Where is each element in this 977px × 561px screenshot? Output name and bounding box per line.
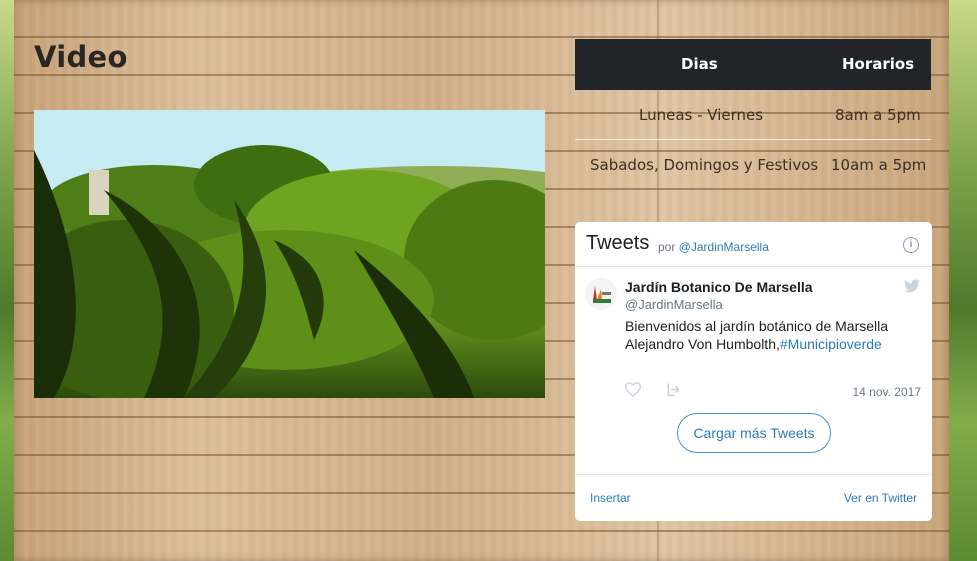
- twitter-bird-icon[interactable]: [904, 279, 920, 298]
- avatar[interactable]: [585, 278, 617, 310]
- twitter-timeline-widget: Tweets por @JardinMarsella i Jardín Bota…: [575, 222, 932, 521]
- share-icon[interactable]: [666, 382, 681, 402]
- twitter-widget-by: por @JardinMarsella: [658, 240, 769, 254]
- row-days: Luneas - Viernes: [639, 106, 764, 124]
- by-handle-link[interactable]: @JardinMarsella: [679, 240, 769, 254]
- embed-link[interactable]: Insertar: [590, 491, 631, 505]
- twitter-widget-header: Tweets por @JardinMarsella i: [575, 222, 932, 267]
- view-on-twitter-link[interactable]: Ver en Twitter: [844, 491, 917, 505]
- video-thumbnail-image: [34, 110, 545, 398]
- schedule-row: Sabados, Domingos y Festivos 10am a 5pm: [575, 140, 931, 189]
- twitter-widget-footer: Insertar Ver en Twitter: [575, 474, 932, 521]
- row-hours: 8am a 5pm: [835, 106, 921, 124]
- row-days: Sabados, Domingos y Festivos: [590, 156, 819, 174]
- twitter-widget-title: Tweets: [586, 232, 650, 254]
- header-days: Dias: [681, 55, 718, 73]
- row-hours: 10am a 5pm: [831, 156, 927, 174]
- info-icon[interactable]: i: [903, 237, 919, 253]
- by-prefix: por: [658, 240, 676, 254]
- schedule-table: Dias Horarios Luneas - Viernes 8am a 5pm…: [575, 39, 931, 189]
- tweet-author-handle[interactable]: @JardinMarsella: [625, 297, 723, 312]
- tweet-author-name[interactable]: Jardín Botanico De Marsella: [625, 279, 813, 295]
- like-heart-icon[interactable]: [624, 382, 642, 402]
- video-player[interactable]: [34, 110, 545, 398]
- video-heading: Video: [34, 40, 128, 74]
- load-more-tweets-button[interactable]: Cargar más Tweets: [677, 413, 831, 453]
- schedule-row: Luneas - Viernes 8am a 5pm: [575, 90, 931, 139]
- schedule-header: Dias Horarios: [575, 39, 931, 90]
- hashtag-link[interactable]: #Municipioverde: [780, 336, 882, 352]
- logo-icon: [585, 278, 617, 310]
- tweet-text: Bienvenidos al jardín botánico de Marsel…: [625, 317, 920, 353]
- background-foliage-right: [947, 0, 977, 561]
- tweet-date-link[interactable]: 14 nov. 2017: [852, 385, 921, 399]
- header-hours: Horarios: [842, 55, 915, 73]
